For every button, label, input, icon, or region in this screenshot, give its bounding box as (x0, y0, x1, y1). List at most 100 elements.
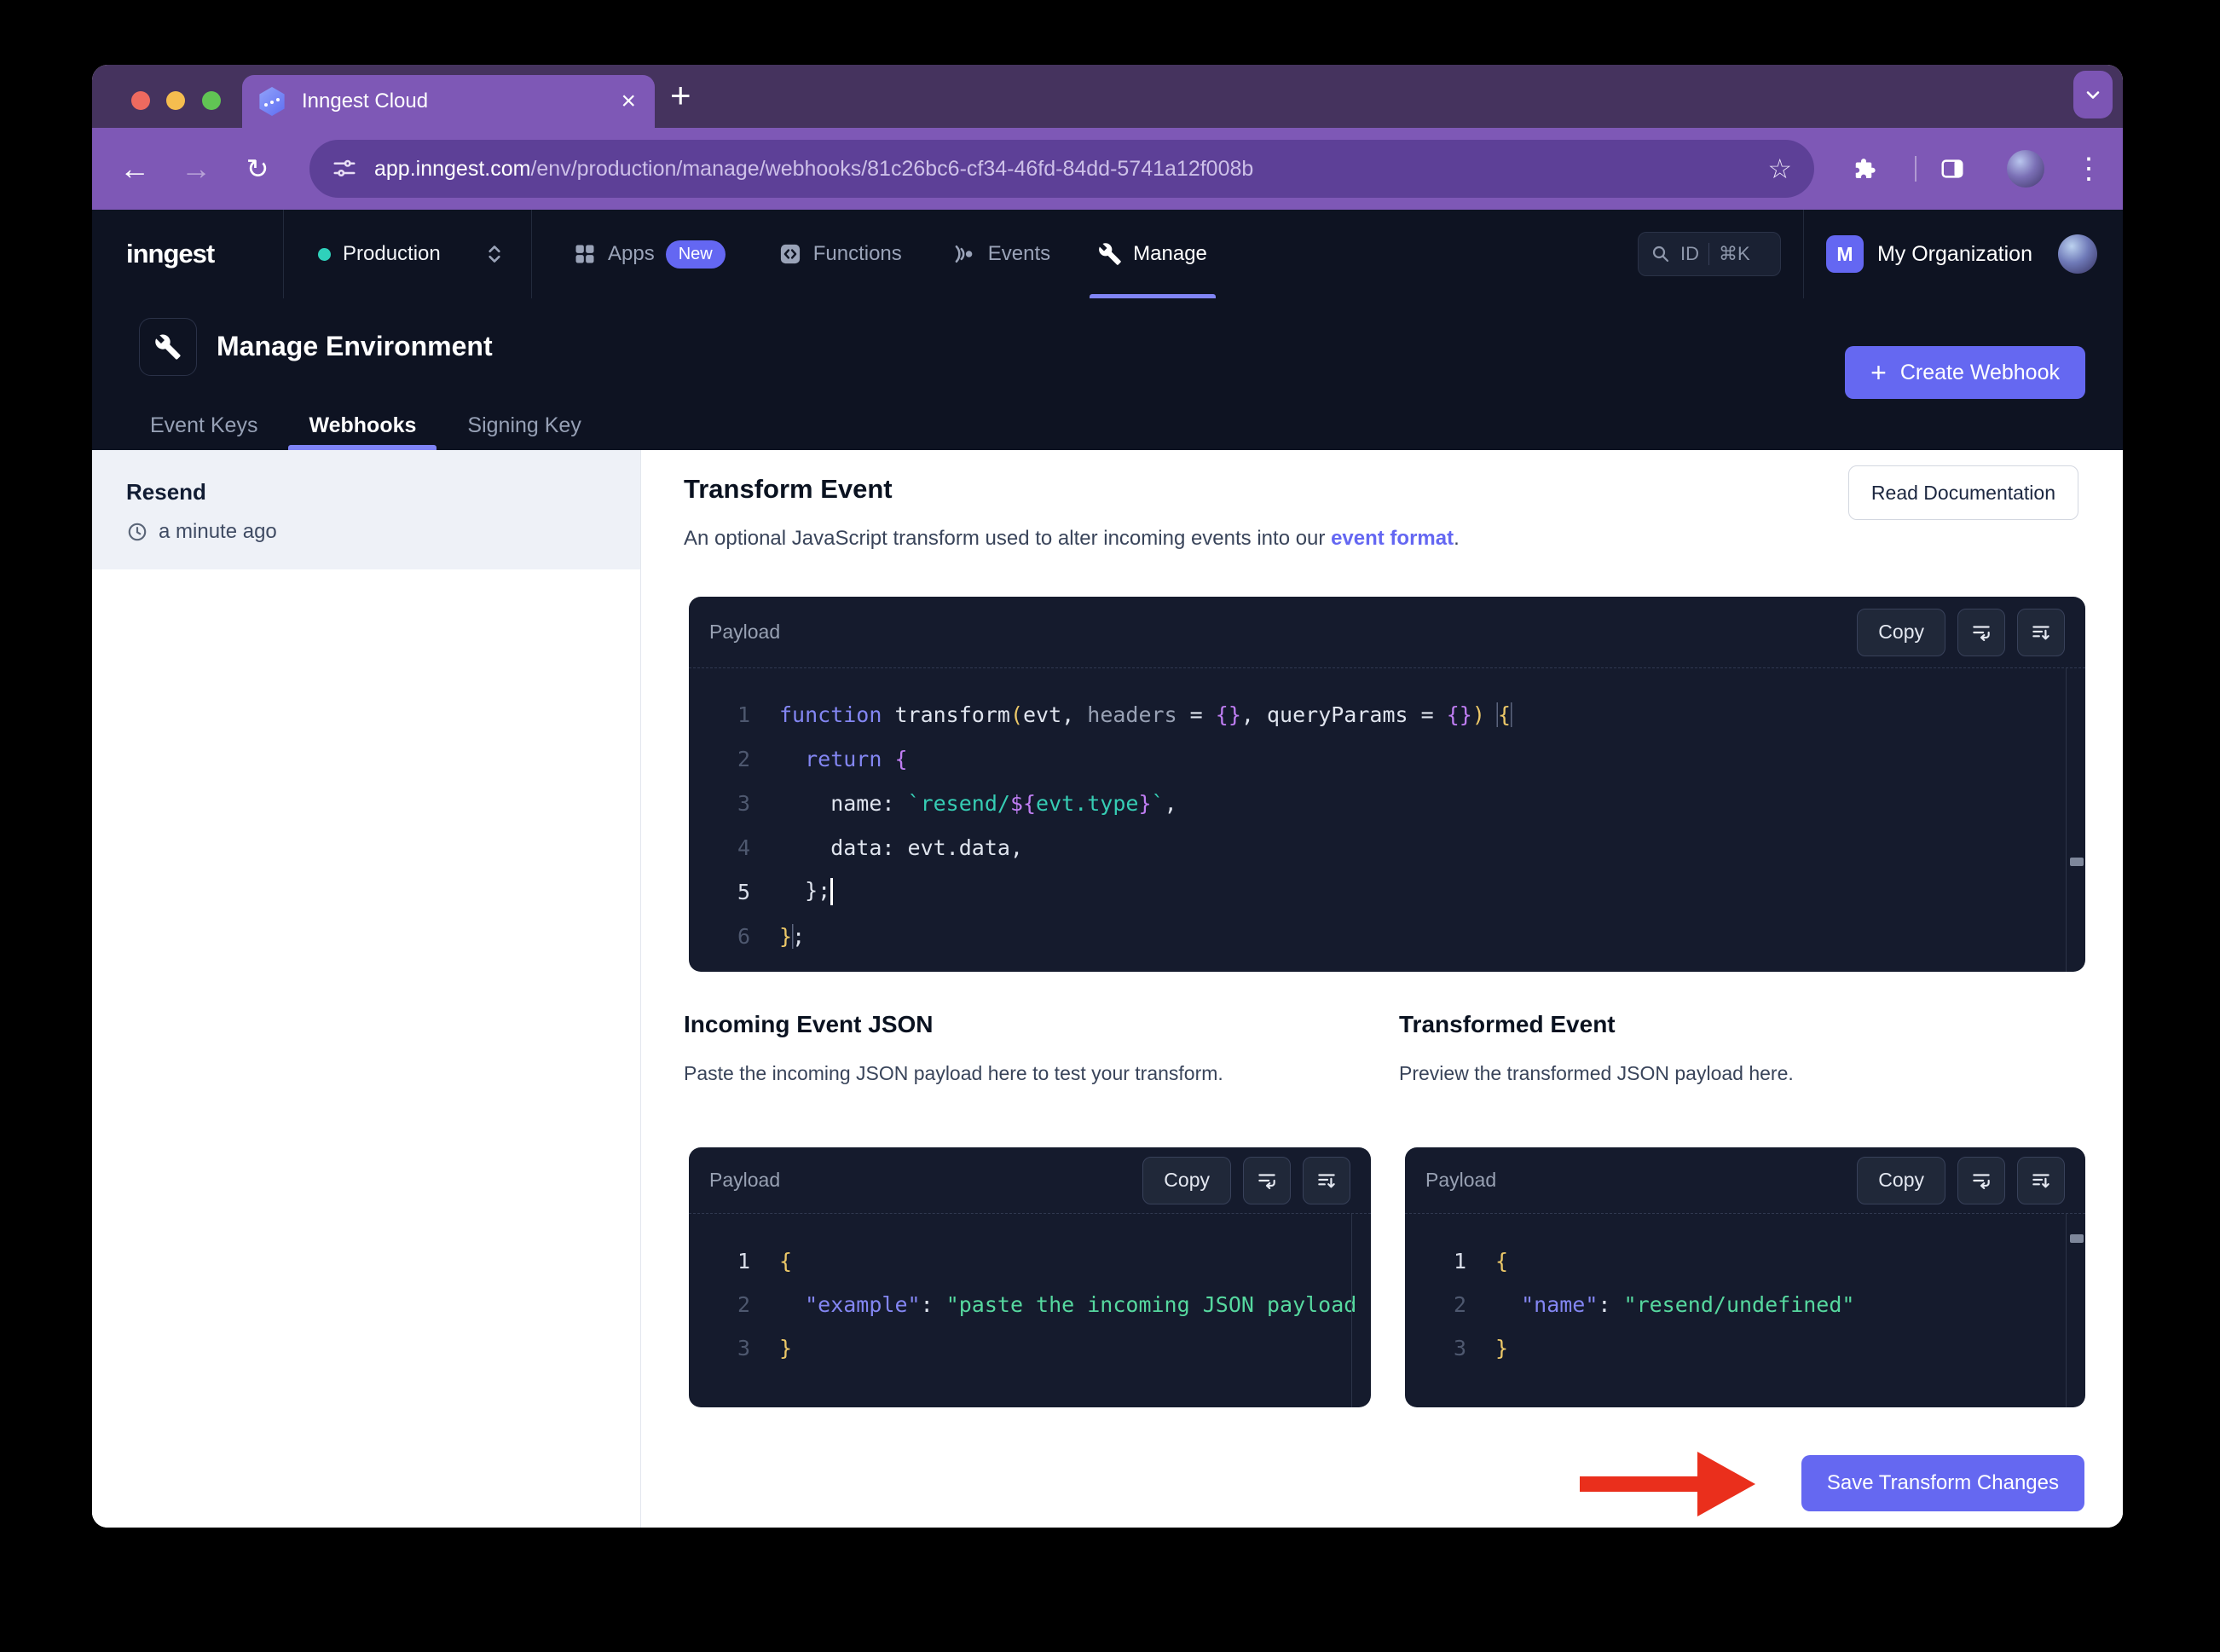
line-number: 2 (737, 1292, 750, 1317)
editor-actions: Copy (1142, 1156, 1350, 1204)
nav-item-label: Functions (812, 242, 902, 265)
code-line[interactable]: 2 "example": "paste the incoming JSON pa… (689, 1283, 1371, 1326)
url-bar[interactable]: app.inngest.com/env/production/manage/we… (309, 140, 1814, 198)
scrollbar-thumb[interactable] (2070, 858, 2084, 866)
copy-button[interactable]: Copy (1857, 1156, 1945, 1204)
line-number: 2 (1453, 1292, 1466, 1317)
code-text: "example": "paste the incoming JSON payl… (779, 1292, 1371, 1317)
tab-label: Event Keys (150, 413, 258, 437)
line-number: 5 (737, 879, 750, 904)
code-text: }; (779, 923, 806, 949)
line-number: 3 (737, 1336, 750, 1360)
nav-item-apps[interactable]: Apps New (573, 210, 726, 298)
tab-close-icon[interactable]: × (621, 89, 636, 114)
line-number: 3 (1453, 1336, 1466, 1360)
line-number: 1 (737, 702, 750, 727)
scroll-to-line-button[interactable] (2017, 1156, 2065, 1204)
clock-icon (128, 523, 147, 541)
maximize-window-button[interactable] (202, 91, 221, 110)
bookmark-star-icon[interactable]: ☆ (1767, 153, 1792, 185)
scroll-to-line-button[interactable] (2017, 608, 2065, 656)
url-path: /env/production/manage/webhooks/81c26bc6… (530, 156, 1254, 181)
tab-webhooks[interactable]: Webhooks (288, 401, 437, 450)
copy-label: Copy (1878, 1169, 1924, 1191)
back-button[interactable]: ← (116, 128, 153, 210)
reload-button[interactable]: ↻ (239, 128, 276, 210)
incoming-description: Paste the incoming JSON payload here to … (684, 1062, 1223, 1084)
browser-profile-avatar[interactable] (2005, 128, 2046, 210)
plus-icon: + (1870, 356, 1887, 388)
events-waves-icon (955, 245, 973, 263)
read-documentation-button[interactable]: Read Documentation (1847, 465, 2078, 520)
code-area[interactable]: 1 function transform(evt, headers = {}, q… (689, 668, 2085, 958)
nav-divider (531, 210, 532, 298)
editor-scrollbar[interactable] (2066, 668, 2085, 972)
code-area[interactable]: 1{2 "name": "resend/undefined" 3} (1405, 1214, 2085, 1370)
site-settings-icon[interactable] (332, 156, 357, 182)
code-line[interactable]: 4 data: evt.data, (689, 825, 2085, 869)
code-line[interactable]: 2 return { (689, 736, 2085, 781)
code-line[interactable]: 1{ (1405, 1239, 2085, 1283)
tab-signing-key[interactable]: Signing Key (447, 401, 601, 450)
text-caret (830, 878, 833, 905)
word-wrap-button[interactable] (1957, 608, 2005, 656)
webhook-list-item-selected[interactable]: Resend a minute ago (92, 450, 640, 569)
code-line[interactable]: 1{ (689, 1239, 1371, 1283)
red-arrow-head (1697, 1452, 1755, 1516)
browser-menu-button[interactable]: ⋮ (2072, 128, 2106, 210)
url-text: app.inngest.com/env/production/manage/we… (374, 157, 1253, 182)
copy-label: Copy (1878, 621, 1924, 643)
environment-switcher[interactable]: Production (284, 241, 531, 267)
close-window-button[interactable] (131, 91, 150, 110)
code-line[interactable]: 6}; (689, 914, 2085, 958)
lines-down-arrow-icon (2032, 1173, 2049, 1187)
extensions-button[interactable] (1845, 128, 1882, 210)
logo-wrap: inngest (92, 239, 283, 269)
nav-item-events[interactable]: Events (951, 210, 1050, 298)
new-tab-button[interactable]: + (670, 75, 691, 116)
code-line[interactable]: 5 }; (689, 869, 2085, 914)
code-line[interactable]: 3 name: `resend/${evt.type}`, (689, 781, 2085, 825)
word-wrap-button[interactable] (1957, 1156, 2005, 1204)
code-text: } (779, 1336, 793, 1360)
minimize-window-button[interactable] (166, 91, 185, 110)
create-webhook-button[interactable]: + Create Webhook (1845, 346, 2085, 399)
code-line[interactable]: 3} (689, 1326, 1371, 1370)
search-shortcut: ⌘K (1718, 243, 1750, 264)
editor-scrollbar[interactable] (2066, 1214, 2085, 1407)
copy-button[interactable]: Copy (1857, 608, 1945, 656)
copy-button[interactable]: Copy (1142, 1156, 1231, 1204)
nav-item-functions[interactable]: Functions (778, 210, 902, 298)
avatar (2007, 150, 2044, 188)
code-area[interactable]: 1{2 "example": "paste the incoming JSON … (689, 1214, 1371, 1370)
code-text: "name": "resend/undefined" (1495, 1292, 1855, 1317)
forward-button[interactable]: → (177, 128, 215, 210)
line-number: 3 (737, 790, 750, 816)
nav-item-label: Manage (1133, 242, 1207, 265)
event-format-link[interactable]: event format (1331, 527, 1454, 550)
webhook-list-sidebar: Resend a minute ago (92, 450, 641, 1528)
editor-header: Payload Copy (1405, 1147, 2085, 1214)
word-wrap-button[interactable] (1243, 1156, 1291, 1204)
code-line[interactable]: 2 "name": "resend/undefined" (1405, 1283, 2085, 1326)
editor-scrollbar[interactable] (1351, 1214, 1371, 1407)
code-line[interactable]: 1 function transform(evt, headers = {}, q… (689, 692, 2085, 736)
tab-event-keys[interactable]: Event Keys (130, 401, 278, 450)
wrench-icon (1099, 243, 1121, 265)
scrollbar-thumb[interactable] (2070, 1234, 2084, 1243)
search-input[interactable]: ID ⌘K (1637, 232, 1781, 276)
save-transform-changes-button[interactable]: Save Transform Changes (1801, 1455, 2084, 1511)
scroll-to-line-button[interactable] (1303, 1156, 1350, 1204)
user-avatar[interactable] (2058, 234, 2097, 274)
inngest-favicon-icon (259, 87, 285, 116)
code-line[interactable]: 3} (1405, 1326, 2085, 1370)
tab-search-chevron-button[interactable] (2073, 71, 2113, 118)
code-text: } (1495, 1336, 1509, 1360)
inngest-logo[interactable]: inngest (126, 239, 215, 269)
side-panel-button[interactable] (1934, 128, 1971, 210)
browser-tab[interactable]: Inngest Cloud × (242, 75, 655, 128)
tab-label: Webhooks (309, 413, 417, 437)
nav-item-manage[interactable]: Manage (1090, 210, 1216, 298)
org-switcher[interactable]: M My Organization (1825, 235, 2032, 273)
read-docs-label: Read Documentation (1870, 481, 2055, 504)
